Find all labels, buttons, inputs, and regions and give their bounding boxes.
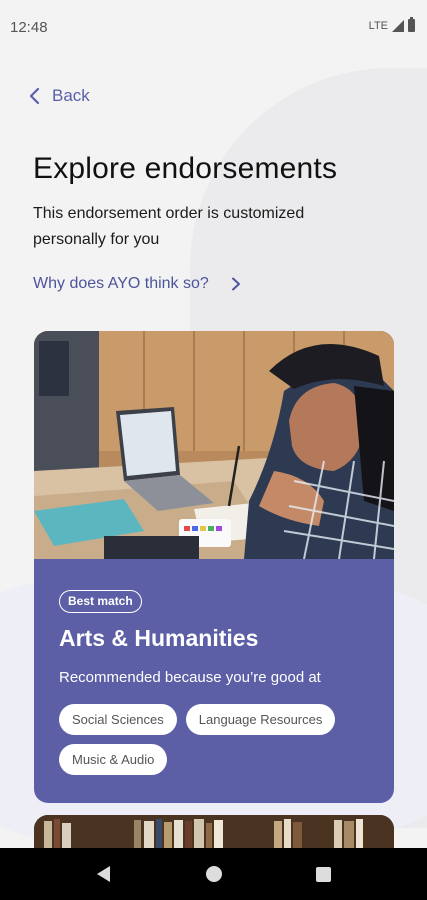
best-match-badge: Best match xyxy=(59,590,142,613)
card-title: Arts & Humanities xyxy=(59,625,259,651)
why-link[interactable]: Why does AYO think so? xyxy=(33,275,241,293)
nav-home-button[interactable] xyxy=(205,865,223,883)
back-label: Back xyxy=(52,86,90,105)
square-recents-icon xyxy=(316,866,331,882)
nav-recents-button[interactable] xyxy=(315,865,333,883)
endorsement-card[interactable]: Best match Arts & Humanities Recommended… xyxy=(34,331,394,803)
why-link-label: Why does AYO think so? xyxy=(33,275,209,292)
screen: 12:48 LTE Back Explore endorsements This… xyxy=(0,0,427,900)
page-title: Explore endorsements xyxy=(33,152,338,185)
skill-chip[interactable]: Social Sciences xyxy=(59,704,177,735)
skill-chips: Social Sciences Language Resources Music… xyxy=(59,704,379,775)
signal-icon xyxy=(392,19,404,32)
back-button[interactable]: Back xyxy=(28,86,90,106)
network-type: LTE xyxy=(368,19,388,32)
page-subtitle: This endorsement order is customized per… xyxy=(33,205,305,248)
chevron-right-icon xyxy=(231,277,240,291)
status-bar: 12:48 LTE xyxy=(0,0,427,56)
battery-icon xyxy=(408,17,415,32)
card-photo xyxy=(34,331,394,559)
circle-home-icon xyxy=(205,866,222,882)
status-icons: LTE xyxy=(368,17,415,32)
nav-back-button[interactable] xyxy=(95,865,113,883)
skill-chip[interactable]: Music & Audio xyxy=(59,744,168,775)
skill-chip[interactable]: Language Resources xyxy=(185,704,336,735)
system-nav-bar xyxy=(0,848,427,900)
student-drawing-image xyxy=(34,331,394,559)
triangle-back-icon xyxy=(97,866,110,882)
status-time: 12:48 xyxy=(10,19,48,36)
chevron-left-icon xyxy=(29,87,40,105)
card-reason: Recommended because you’re good at xyxy=(59,669,321,686)
